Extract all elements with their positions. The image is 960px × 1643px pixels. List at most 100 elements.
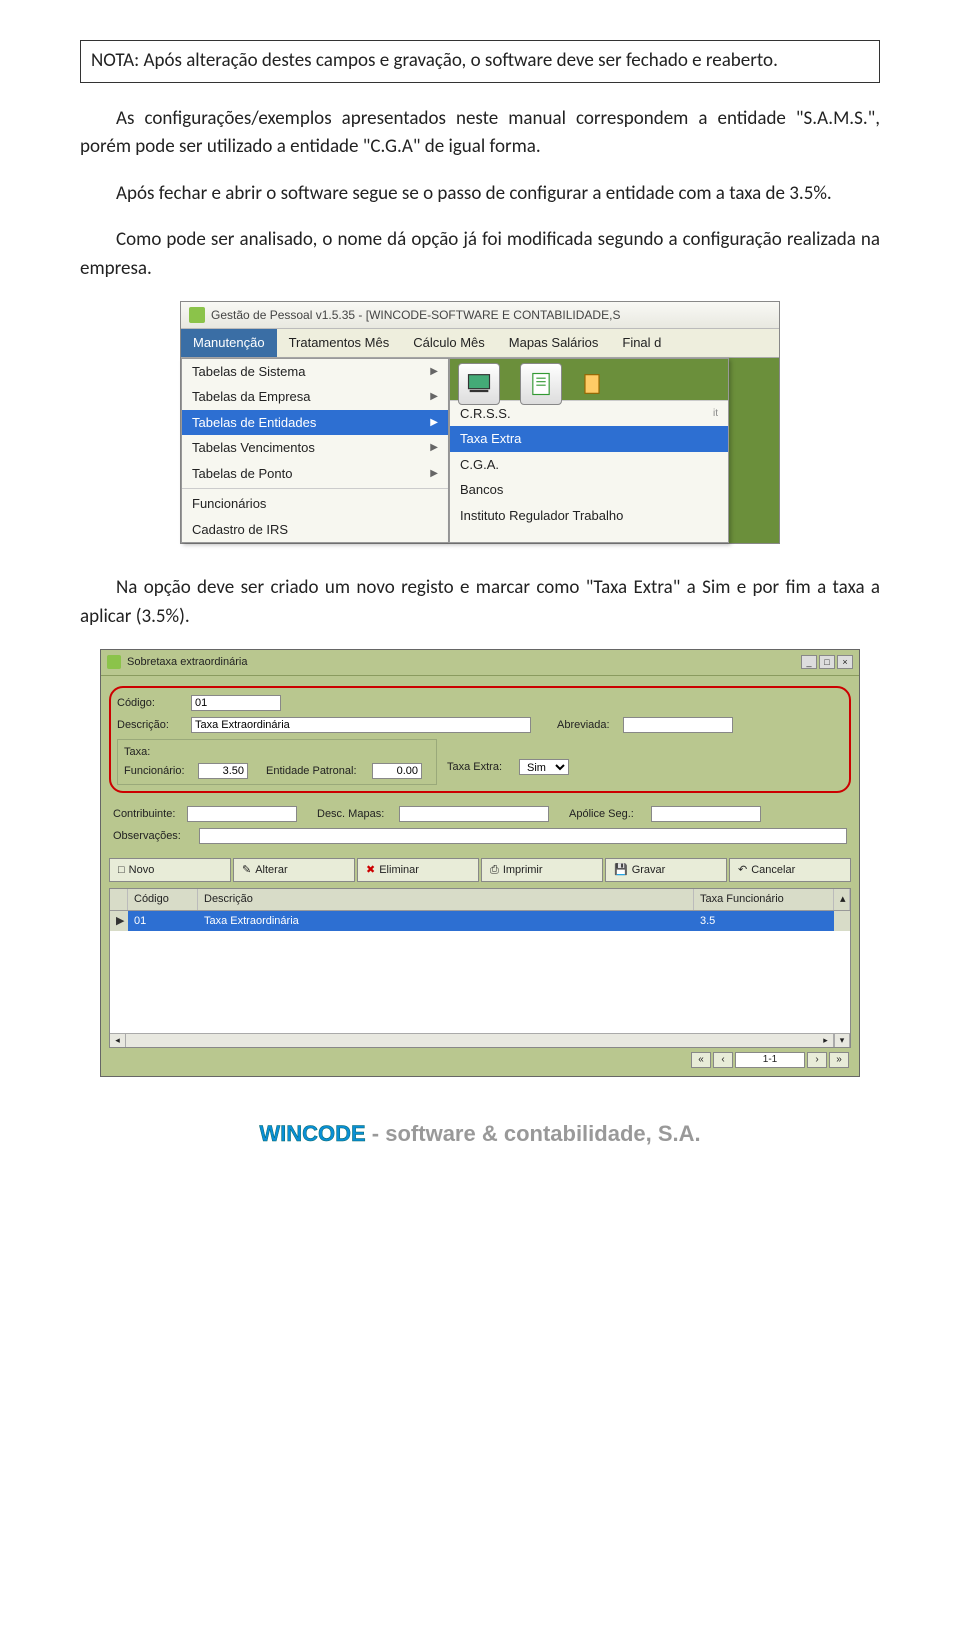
dd-label: Funcionários xyxy=(192,494,266,514)
data-grid: Código Descrição Taxa Funcionário ▴ ▶ 01… xyxy=(109,888,851,1048)
pager-next-button[interactable]: › xyxy=(807,1052,827,1068)
label-taxa: Taxa: xyxy=(124,744,430,761)
paragraph-2: Após fechar e abrir o software segue se … xyxy=(80,180,880,209)
gravar-button[interactable]: 💾Gravar xyxy=(605,858,727,883)
label-codigo: Código: xyxy=(117,695,185,712)
dd-funcionarios[interactable]: Funcionários xyxy=(182,491,448,517)
sub-label: C.R.S.S. xyxy=(460,404,511,424)
input-funcionario[interactable] xyxy=(198,763,248,779)
button-row: □Novo ✎Alterar ✖Eliminar ⎙Imprimir 💾Grav… xyxy=(101,852,859,889)
cell-codigo: 01 xyxy=(128,911,198,932)
cancelar-button[interactable]: ↶Cancelar xyxy=(729,858,851,883)
scroll-up-button[interactable]: ▴ xyxy=(834,889,850,910)
pager-last-button[interactable]: » xyxy=(829,1052,849,1068)
sub-label: C.G.A. xyxy=(460,455,499,475)
dd-tabelas-ponto[interactable]: Tabelas de Ponto ▶ xyxy=(182,461,448,487)
label-abreviada: Abreviada: xyxy=(557,717,617,734)
sub-cga[interactable]: C.G.A. xyxy=(450,452,728,478)
minimize-button[interactable]: _ xyxy=(801,655,817,669)
dd-tabelas-vencimentos[interactable]: Tabelas Vencimentos ▶ xyxy=(182,435,448,461)
paragraph-3: Como pode ser analisado, o nome dá opção… xyxy=(80,226,880,283)
dd-cadastro-irs[interactable]: Cadastro de IRS xyxy=(182,517,448,543)
footer-wincode: WINCODE xyxy=(259,1121,365,1146)
col-codigo[interactable]: Código xyxy=(128,889,198,910)
window-title: Gestão de Pessoal v1.5.35 - [WINCODE-SOF… xyxy=(211,306,620,324)
highlighted-area: Código: Descrição: Abreviada: Taxa: Func… xyxy=(109,686,851,793)
toolbar-icon-monitor[interactable] xyxy=(458,363,500,405)
chevron-right-icon: ▶ xyxy=(430,364,438,379)
col-taxa[interactable]: Taxa Funcionário xyxy=(694,889,834,910)
grid-row-selected[interactable]: ▶ 01 Taxa Extraordinária 3.5 xyxy=(110,911,850,932)
new-icon: □ xyxy=(118,862,125,879)
dd-tabelas-sistema[interactable]: Tabelas de Sistema ▶ xyxy=(182,359,448,385)
form-titlebar: Sobretaxa extraordinária _ □ × xyxy=(101,650,859,676)
imprimir-button[interactable]: ⎙Imprimir xyxy=(481,858,603,883)
dd-label: Tabelas da Empresa xyxy=(192,387,311,407)
dd-tabelas-entidades[interactable]: Tabelas de Entidades ▶ xyxy=(182,410,448,436)
chevron-right-icon: ▶ xyxy=(430,415,438,430)
input-codigo[interactable] xyxy=(191,695,281,711)
edit-icon: ✎ xyxy=(242,862,251,879)
note-box: NOTA: Após alteração destes campos e gra… xyxy=(80,40,880,83)
chevron-right-icon: ▶ xyxy=(430,389,438,404)
menu-manutencao[interactable]: Manutenção xyxy=(181,329,277,357)
dd-label: Tabelas de Sistema xyxy=(192,362,305,382)
label-observacoes: Observações: xyxy=(113,828,193,845)
menu-separator xyxy=(182,488,448,489)
label-descricao: Descrição: xyxy=(117,717,185,734)
pager-prev-button[interactable]: ‹ xyxy=(713,1052,733,1068)
grid-header: Código Descrição Taxa Funcionário ▴ xyxy=(110,889,850,911)
scroll-down-button[interactable]: ▾ xyxy=(834,1034,850,1047)
menu-tratamentos[interactable]: Tratamentos Mês xyxy=(277,329,402,357)
pager-text: 1-1 xyxy=(735,1052,805,1068)
scroll-right-button[interactable]: ▸ xyxy=(818,1034,834,1047)
print-icon: ⎙ xyxy=(490,862,499,879)
label-entidade-patronal: Entidade Patronal: xyxy=(266,763,366,780)
sub-label: Instituto Regulador Trabalho xyxy=(460,506,623,526)
input-observacoes[interactable] xyxy=(199,828,847,844)
maximize-button[interactable]: □ xyxy=(819,655,835,669)
alterar-button[interactable]: ✎Alterar xyxy=(233,858,355,883)
chevron-right-icon: ▶ xyxy=(430,466,438,481)
menu-final[interactable]: Final d xyxy=(610,329,673,357)
dd-tabelas-empresa[interactable]: Tabelas da Empresa ▶ xyxy=(182,384,448,410)
partial-text: it xyxy=(713,406,718,421)
grid-hscroll[interactable]: ◂ ▸ ▾ xyxy=(110,1033,850,1047)
col-descricao[interactable]: Descrição xyxy=(198,889,694,910)
input-entidade-patronal[interactable] xyxy=(372,763,422,779)
scroll-left-button[interactable]: ◂ xyxy=(110,1034,126,1047)
undo-icon: ↶ xyxy=(738,862,747,879)
sub-bancos[interactable]: Bancos xyxy=(450,477,728,503)
menubar[interactable]: Manutenção Tratamentos Mês Cálculo Mês M… xyxy=(181,329,779,358)
close-button[interactable]: × xyxy=(837,655,853,669)
input-apolice[interactable] xyxy=(651,806,761,822)
pager-first-button[interactable]: « xyxy=(691,1052,711,1068)
sub-instituto[interactable]: Instituto Regulador Trabalho xyxy=(450,503,728,529)
save-icon: 💾 xyxy=(614,862,628,879)
input-descricao[interactable] xyxy=(191,717,531,733)
label-taxa-extra: Taxa Extra: xyxy=(447,759,513,776)
sub-label: Bancos xyxy=(460,480,503,500)
form-title: Sobretaxa extraordinária xyxy=(127,654,247,671)
menu-calculo[interactable]: Cálculo Mês xyxy=(401,329,497,357)
toolbar-icon-document[interactable] xyxy=(520,363,562,405)
pager: « ‹ 1-1 › » xyxy=(101,1048,859,1076)
dd-label: Cadastro de IRS xyxy=(192,520,288,540)
dd-label: Tabelas de Ponto xyxy=(192,464,292,484)
app-icon xyxy=(189,307,205,323)
footer-brand: WINCODE - software & contabilidade, S.A. xyxy=(80,1117,880,1150)
input-desc-mapas[interactable] xyxy=(399,806,549,822)
novo-button[interactable]: □Novo xyxy=(109,858,231,883)
sub-taxa-extra[interactable]: Taxa Extra xyxy=(450,426,728,452)
dd-label: Tabelas Vencimentos xyxy=(192,438,315,458)
select-taxa-extra[interactable]: Sim xyxy=(519,759,569,775)
input-contribuinte[interactable] xyxy=(187,806,297,822)
label-desc-mapas: Desc. Mapas: xyxy=(317,806,393,823)
cell-descricao: Taxa Extraordinária xyxy=(198,911,694,932)
paragraph-1: As configurações/exemplos apresentados n… xyxy=(80,105,880,162)
input-abreviada[interactable] xyxy=(623,717,733,733)
toolbar-icon-partial[interactable] xyxy=(582,363,602,405)
eliminar-button[interactable]: ✖Eliminar xyxy=(357,858,479,883)
menu-mapas[interactable]: Mapas Salários xyxy=(497,329,611,357)
dd-label: Tabelas de Entidades xyxy=(192,413,316,433)
